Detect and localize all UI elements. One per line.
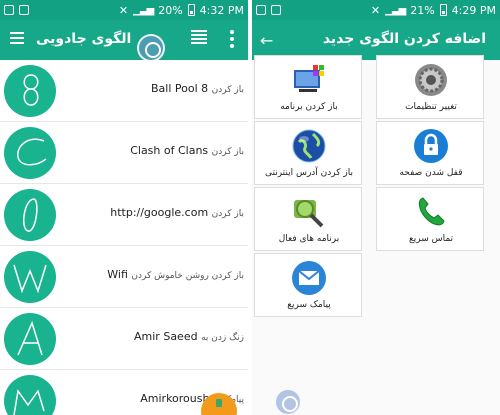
back-arrow-icon[interactable]: ← xyxy=(260,31,273,50)
battery-percent: 21% xyxy=(410,3,435,17)
pattern-avatar xyxy=(4,127,56,179)
touch-indicator xyxy=(137,34,165,62)
pattern-avatar xyxy=(4,65,56,117)
app-title: الگوی جادویی xyxy=(36,31,132,47)
pattern-avatar xyxy=(4,189,56,241)
mute-icon: ✕ xyxy=(118,3,129,17)
pattern-label: باز کردن Clash of Clans xyxy=(130,144,244,157)
option-quick-call[interactable]: تماس سریع xyxy=(376,187,484,251)
phone-icon xyxy=(413,194,449,230)
pattern-label: زنگ زدن به Amir Saeed xyxy=(134,330,244,343)
status-bar: ✕ ▁▃▅ 20% 4:32 PM xyxy=(0,0,248,20)
lock-icon xyxy=(413,128,449,164)
clock: 4:32 PM xyxy=(199,3,244,17)
right-screen: ✕ ▁▃▅ 21% 4:29 PM ← اضافه کردن الگوی جدی… xyxy=(252,0,500,415)
mute-icon: ✕ xyxy=(370,3,381,17)
pattern-label: باز کردن روشن خاموش کردن Wifi xyxy=(107,268,244,281)
envelope-icon xyxy=(291,260,327,296)
pattern-m-icon xyxy=(13,389,45,415)
pattern-label: باز کردن 8 Ball Pool xyxy=(151,82,244,95)
gallery-notification-icon xyxy=(4,5,14,15)
pattern-label: باز کردن http://google.com xyxy=(110,206,244,219)
list-item[interactable]: باز کردن روشن خاموش کردن Wifi xyxy=(0,246,248,308)
battery-icon xyxy=(187,4,195,16)
option-change-settings[interactable]: تغییر تنظیمات xyxy=(376,55,484,119)
list-item[interactable]: باز کردن Clash of Clans xyxy=(0,122,248,184)
status-bar: ✕ ▁▃▅ 21% 4:29 PM xyxy=(252,0,500,20)
pattern-avatar xyxy=(4,313,56,365)
left-screen: ✕ ▁▃▅ 20% 4:32 PM الگوی جادویی باز کردن … xyxy=(0,0,248,415)
pattern-avatar xyxy=(4,251,56,303)
globe-icon xyxy=(291,128,327,164)
app-notification-icon xyxy=(271,5,281,15)
gallery-notification-icon xyxy=(256,5,266,15)
option-open-app[interactable]: باز کردن برنامه xyxy=(254,55,362,119)
app-bar: ← اضافه کردن الگوی جدید xyxy=(252,20,500,60)
signal-icon: ▁▃▅ xyxy=(385,4,406,16)
option-open-url[interactable]: باز کردن آدرس اینترنتی xyxy=(254,121,362,185)
pattern-avatar xyxy=(4,375,56,415)
touch-indicator xyxy=(274,388,302,415)
pattern-w-icon xyxy=(13,264,47,294)
list-item[interactable]: زنگ زدن به Amir Saeed xyxy=(0,308,248,370)
pattern-list: باز کردن 8 Ball Pool باز کردن Clash of C… xyxy=(0,60,248,415)
pattern-c-icon xyxy=(17,138,47,166)
pattern-0-icon xyxy=(22,198,38,232)
app-bar: الگوی جادویی xyxy=(0,20,248,60)
signal-icon: ▁▃▅ xyxy=(133,4,154,16)
option-quick-sms[interactable]: پیامک سریع xyxy=(254,253,362,317)
list-item[interactable]: باز کردن http://google.com xyxy=(0,184,248,246)
pattern-a-icon xyxy=(17,320,43,356)
menu-icon[interactable] xyxy=(10,32,24,44)
option-active-apps[interactable]: برنامه های فعال xyxy=(254,187,362,251)
option-lock-screen[interactable]: قفل شدن صفحه xyxy=(376,121,484,185)
list-view-icon[interactable] xyxy=(191,30,207,46)
clock: 4:29 PM xyxy=(451,3,496,17)
app-notification-icon xyxy=(19,5,29,15)
overflow-menu-icon[interactable] xyxy=(230,30,234,48)
apps-window-icon xyxy=(291,62,327,98)
settings-gear-icon xyxy=(413,62,449,98)
list-item[interactable]: باز کردن 8 Ball Pool xyxy=(0,60,248,122)
app-title: اضافه کردن الگوی جدید xyxy=(322,31,486,47)
search-apps-icon xyxy=(291,194,327,230)
battery-percent: 20% xyxy=(158,3,183,17)
pattern-8-icon xyxy=(23,74,39,106)
battery-icon xyxy=(439,4,447,16)
